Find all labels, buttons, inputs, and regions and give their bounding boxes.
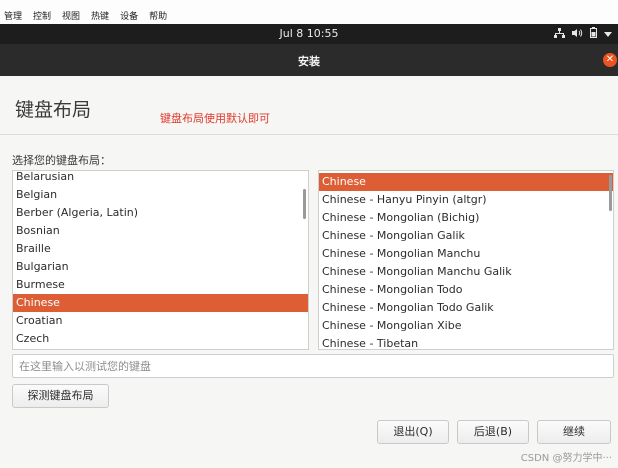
variant-list-item[interactable]: Chinese - Mongolian (Bichig) [319, 209, 613, 227]
vm-menu-control[interactable]: 控制 [33, 9, 51, 22]
layout-list-item[interactable]: Burmese [13, 276, 308, 294]
annotation-note: 键盘布局使用默认即可 [160, 112, 270, 125]
keyboard-variant-list[interactable]: Chinese Chinese - Hanyu Pinyin (altgr) Chi… [318, 170, 614, 350]
vm-menubar: 管理 控制 视图 热键 设备 帮助 [0, 0, 618, 24]
layout-list-item[interactable]: Berber (Algeria, Latin) [13, 204, 308, 222]
keyboard-test-input[interactable] [12, 354, 614, 378]
layout-list-item[interactable]: Czech [13, 330, 308, 348]
layout-list-item[interactable]: Chinese [13, 294, 308, 312]
window-titlebar: 安装 ✕ [0, 44, 618, 76]
divider [0, 134, 618, 135]
continue-button[interactable]: 继续 [537, 420, 611, 444]
keyboard-layout-list[interactable]: Belarusian Belgian Berber (Algeria, Latin)… [12, 170, 309, 350]
variant-list-item[interactable]: Chinese - Mongolian Galik [319, 227, 613, 245]
variant-list-scrollbar[interactable] [609, 175, 612, 211]
layout-list-item[interactable]: Bosnian [13, 222, 308, 240]
window-title: 安装 [298, 55, 320, 68]
system-menu-icon[interactable] [604, 28, 612, 42]
layout-list-item[interactable]: Braille [13, 240, 308, 258]
layout-list-item[interactable]: Bulgarian [13, 258, 308, 276]
battery-icon[interactable] [590, 27, 597, 43]
variant-list-item[interactable]: Chinese - Mongolian Manchu Galik [319, 263, 613, 281]
detect-layout-button[interactable]: 探测键盘布局 [12, 384, 109, 408]
variant-list-item[interactable]: Chinese [319, 173, 613, 191]
vm-menu-hotkey[interactable]: 热键 [91, 9, 109, 22]
top-panel: Jul 8 10:55 [0, 24, 618, 44]
vm-menu-devices[interactable]: 设备 [120, 9, 138, 22]
watermark: CSDN @努力学中··· [520, 453, 612, 464]
volume-icon[interactable] [572, 28, 583, 43]
layout-list-item[interactable]: Croatian [13, 312, 308, 330]
vm-menu-manage[interactable]: 管理 [4, 9, 22, 22]
quit-button[interactable]: 退出(Q) [377, 420, 449, 444]
system-tray[interactable] [554, 27, 612, 43]
network-icon[interactable] [554, 27, 565, 43]
back-button[interactable]: 后退(B) [457, 420, 529, 444]
variant-list-item[interactable]: Chinese - Mongolian Xibe [319, 317, 613, 335]
page-title: 键盘布局 [15, 99, 92, 121]
variant-list-item[interactable]: Chinese - Tibetan [319, 335, 613, 349]
vm-menu-help[interactable]: 帮助 [149, 9, 167, 22]
clock[interactable]: Jul 8 10:55 [0, 27, 618, 40]
variant-list-item[interactable]: Chinese - Mongolian Todo [319, 281, 613, 299]
layout-list-item[interactable]: Belgian [13, 186, 308, 204]
layout-list-item[interactable]: Belarusian [13, 171, 308, 186]
variant-list-item[interactable]: Chinese - Mongolian Todo Galik [319, 299, 613, 317]
close-icon[interactable]: ✕ [603, 53, 617, 67]
variant-list-item[interactable]: Chinese - Mongolian Manchu [319, 245, 613, 263]
layout-prompt: 选择您的键盘布局： [12, 154, 111, 167]
variant-list-item[interactable]: Chinese - Hanyu Pinyin (altgr) [319, 191, 613, 209]
vm-menu-view[interactable]: 视图 [62, 9, 80, 22]
layout-list-scrollbar[interactable] [303, 189, 306, 219]
